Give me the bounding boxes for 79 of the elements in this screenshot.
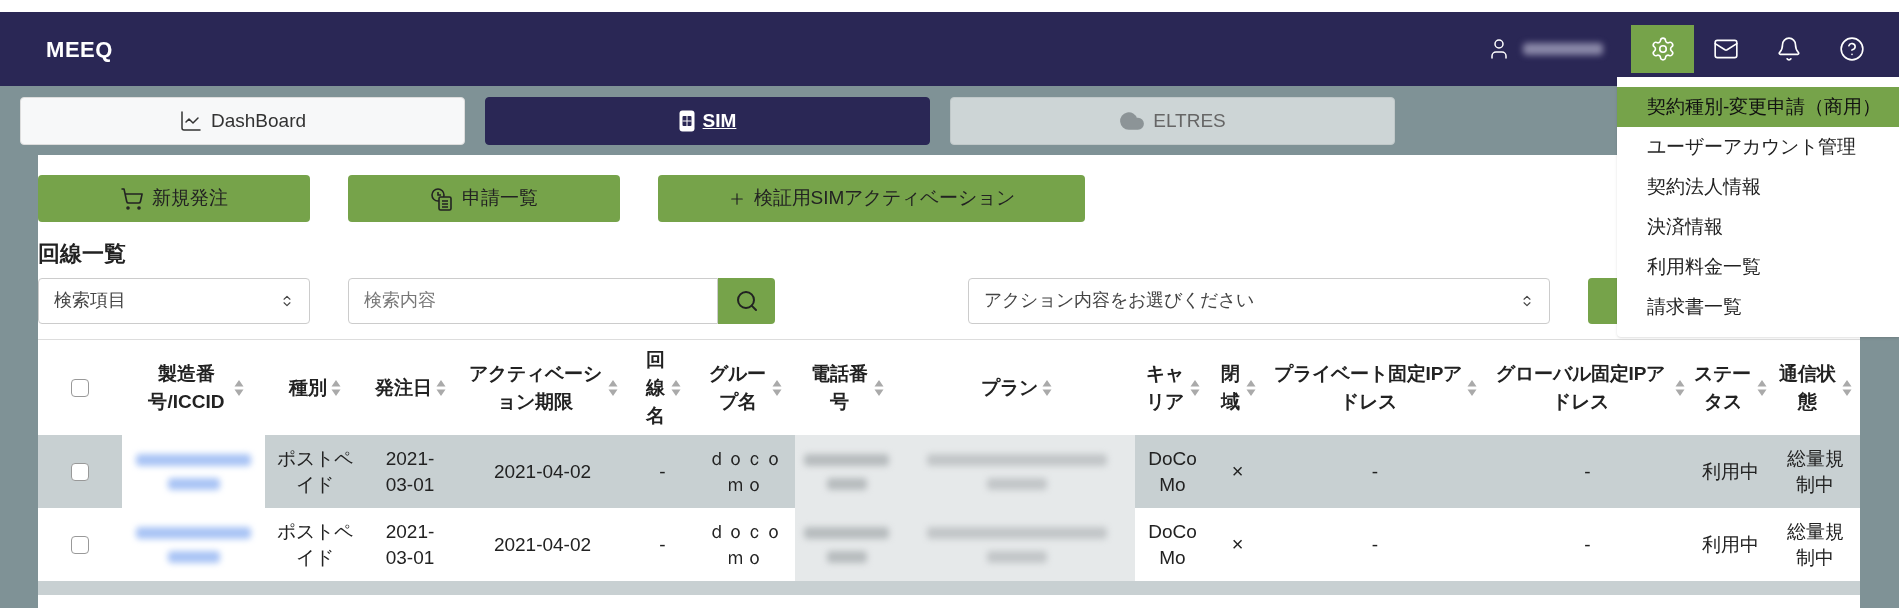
settings-icon	[1649, 36, 1676, 62]
sort-icon[interactable]	[331, 378, 341, 397]
line-chart-icon	[178, 109, 203, 133]
table-cell: 利用中	[1701, 533, 1759, 555]
brand-logo: MEEQ	[46, 35, 113, 64]
menu-item[interactable]: 契約種別-変更申請（商用）	[1617, 87, 1899, 127]
table-cell: 2021-04-02	[493, 533, 592, 555]
row-checkbox[interactable]	[71, 462, 89, 481]
column-header: 発注日	[374, 375, 432, 400]
search-icon	[734, 288, 759, 313]
sort-icon[interactable]	[1190, 378, 1201, 397]
menu-item[interactable]: 利用料金一覧	[1617, 247, 1899, 287]
section-title: 回線一覧	[38, 240, 126, 268]
sim-card-icon	[678, 110, 695, 132]
table-cell: ×	[1231, 460, 1244, 482]
action-select[interactable]: アクション内容をお選びください	[968, 277, 1550, 324]
column-header: 回線名	[644, 347, 666, 428]
table-cell: -	[1371, 533, 1379, 555]
sort-icon[interactable]	[1467, 378, 1477, 397]
search-button[interactable]	[718, 277, 775, 324]
column-header: 種別	[289, 375, 327, 400]
sort-icon[interactable]	[234, 378, 245, 397]
sort-icon[interactable]	[873, 378, 884, 397]
column-header: 製造番号/ICCID	[147, 361, 226, 414]
column-header: プライベート固定IPアドレス	[1273, 361, 1463, 414]
column-header: 閉域	[1219, 361, 1241, 414]
sort-icon[interactable]	[1245, 378, 1256, 397]
column-header: 電話番号	[810, 361, 869, 414]
column-header: アクティベーション期限	[468, 361, 603, 414]
search-input[interactable]: 検索内容	[348, 277, 718, 324]
column-header: グループ名	[708, 361, 768, 414]
nav-tab[interactable]: SIM	[485, 97, 930, 145]
table-cell-text: ｄｏｃｏｍｏ	[706, 519, 784, 570]
table-cell-text: DoCoMo	[1147, 519, 1198, 570]
column-header: プラン	[981, 375, 1038, 400]
cart-icon	[120, 186, 144, 211]
table-cell: ×	[1231, 533, 1244, 555]
table-cell-text: 総量規制中	[1785, 446, 1845, 497]
table-cell: -	[1371, 460, 1379, 482]
menu-item[interactable]: 契約法人情報	[1617, 167, 1899, 207]
menu-item[interactable]: ユーザーアカウント管理	[1617, 127, 1899, 167]
action-button[interactable]: 申請一覧	[348, 175, 620, 222]
action-button[interactable]: 新規発注	[38, 175, 310, 222]
column-header: キャリア	[1145, 361, 1186, 414]
sort-icon[interactable]	[1842, 378, 1853, 397]
sort-icon[interactable]	[607, 378, 618, 397]
menu-item[interactable]: 決済情報	[1617, 207, 1899, 247]
clock-document-icon	[430, 186, 454, 211]
sort-icon[interactable]	[670, 378, 681, 397]
table-cell-text: 2021-03-01	[384, 519, 436, 570]
table-cell-text: ｄｏｃｏｍｏ	[706, 446, 784, 497]
table-cell-text: 2021-03-01	[384, 446, 436, 497]
table-cell: 利用中	[1701, 460, 1759, 482]
table-cell: -	[659, 460, 666, 482]
column-header: グローバル固定IPアドレス	[1494, 361, 1667, 414]
sort-icon[interactable]	[1674, 378, 1685, 397]
sort-icon[interactable]	[1042, 378, 1052, 397]
table-cell: -	[659, 533, 666, 555]
column-header: 通信状態	[1778, 361, 1838, 414]
table-cell: -	[1584, 460, 1591, 482]
nav-tab[interactable]: DashBoard	[20, 97, 465, 145]
sort-icon[interactable]	[435, 378, 446, 397]
sort-icon[interactable]	[1757, 378, 1768, 397]
sort-icon[interactable]	[772, 378, 783, 397]
row-checkbox[interactable]	[71, 535, 89, 554]
search-field-select[interactable]: 検索項目	[38, 277, 310, 324]
help-icon	[1838, 36, 1865, 62]
action-button[interactable]: 検証用SIMアクティベーション	[658, 175, 1085, 222]
column-header: ステータス	[1693, 361, 1753, 414]
table-cell-text: DoCoMo	[1147, 446, 1198, 497]
table-cell: -	[1584, 533, 1591, 555]
table-cell-text: ポストペイド	[276, 446, 354, 497]
menu-item[interactable]: 請求書一覧	[1617, 287, 1899, 327]
bell-icon	[1775, 36, 1802, 62]
table-cell: 2021-04-02	[493, 460, 592, 482]
table-cell-text: ポストペイド	[276, 519, 354, 570]
table-cell-text: 総量規制中	[1785, 519, 1845, 570]
select-caret-icon	[1520, 293, 1534, 308]
select-all-checkbox[interactable]	[71, 378, 89, 397]
